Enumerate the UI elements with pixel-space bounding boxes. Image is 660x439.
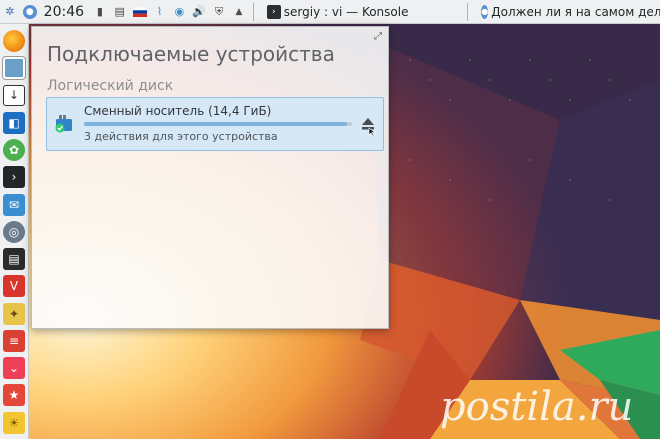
terminal-icon[interactable]: › (3, 166, 25, 189)
device-notifier-popup: Подключаемые устройства ⤢ Логический дис… (31, 26, 389, 329)
device-item[interactable]: Сменный носитель (14,4 ГиБ) 3 действия д… (46, 97, 384, 151)
device-usage-bar (84, 122, 352, 126)
bookmark-star-icon[interactable]: ★ (3, 384, 25, 407)
usb-icon[interactable]: ▮ (93, 5, 107, 19)
lightbulb-icon[interactable]: ☀ (3, 411, 25, 434)
section-header: Логический диск (47, 78, 174, 94)
volume-icon[interactable]: 🔊 (192, 5, 206, 19)
task-konsole[interactable]: › sergiy : vi — Konsole (260, 2, 464, 22)
clipboard-icon[interactable]: ▤ (113, 5, 127, 19)
device-name: Сменный носитель (14,4 ГиБ) (84, 104, 272, 118)
popup-title: Подключаемые устройства (47, 42, 335, 66)
panel-separator (467, 2, 469, 21)
disk-icon[interactable]: ◎ (3, 220, 25, 243)
film-icon[interactable]: ▤ (3, 248, 25, 271)
todoist-icon[interactable]: ≡ (3, 329, 25, 352)
keyboard-layout-flag-icon[interactable] (132, 5, 147, 19)
system-tray-expand-icon[interactable]: ▲ (232, 5, 246, 19)
clock[interactable]: 20:46 (44, 4, 84, 20)
watermark-text: postila.ru (440, 384, 633, 430)
task-browser-label: Должен ли я на самом деле (491, 4, 660, 19)
device-usage-fill (84, 122, 347, 126)
vivaldi-icon[interactable]: V (3, 275, 25, 298)
firefox-icon[interactable] (3, 30, 25, 52)
pocket-icon[interactable]: ⌄ (3, 357, 25, 380)
left-dock: ↓ ◧ ✿ › ✉ ◎ ▤ V ✦ ≡ ⌄ ★ ☀ (0, 24, 29, 439)
device-actions-count: 3 действия для этого устройства (84, 130, 278, 143)
panel-separator (252, 2, 254, 21)
updates-icon[interactable]: ◉ (173, 5, 187, 19)
pin-icon[interactable]: ⤢ (374, 31, 382, 42)
task-browser[interactable]: ● Должен ли я на самом деле (474, 2, 660, 22)
download-icon[interactable]: ↓ (3, 84, 25, 107)
vault-icon[interactable]: ⛨ (212, 5, 226, 19)
removable-drive-icon (55, 115, 72, 133)
evernote-icon[interactable]: ✿ (3, 139, 25, 161)
mail-icon[interactable]: ✉ (3, 193, 25, 216)
browser-icon: ● (481, 4, 489, 19)
image-viewer-icon[interactable] (3, 57, 25, 80)
puzzle-icon[interactable]: ✦ (3, 302, 25, 325)
app-launcher-icon[interactable]: ✲ (3, 5, 17, 19)
session-icon[interactable]: ● (22, 4, 37, 19)
eject-button[interactable] (360, 116, 376, 136)
top-panel: ✲ ● 20:46 ▮ ▤ ⌇ ◉ 🔊 ⛨ ▲ › sergiy : vi — … (0, 0, 660, 24)
toggle-icon[interactable]: ◧ (3, 111, 25, 134)
terminal-icon: › (266, 4, 281, 19)
task-konsole-label: sergiy : vi — Konsole (283, 4, 409, 19)
network-icon[interactable]: ⌇ (153, 5, 167, 19)
